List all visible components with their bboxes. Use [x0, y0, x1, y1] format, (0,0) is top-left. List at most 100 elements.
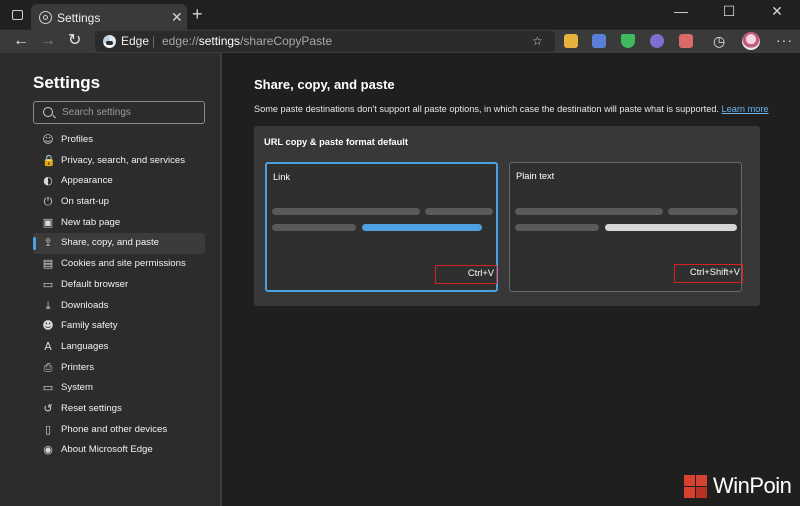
sidebar-item[interactable]: ▣ New tab page	[33, 213, 205, 234]
sidebar-item-label: Downloads	[61, 299, 109, 311]
extension-4-icon[interactable]	[679, 34, 693, 48]
back-button[interactable]: ←	[13, 30, 29, 52]
edge-icon: ◉	[43, 443, 53, 457]
sidebar-item[interactable]: A Languages	[33, 337, 205, 358]
history-icon[interactable]: ◷	[713, 30, 725, 52]
sidebar-item[interactable]: ⎙ Printers	[33, 358, 205, 379]
search-icon	[43, 107, 53, 117]
sidebar-item-label: Reset settings	[61, 402, 122, 414]
add-favorite-icon[interactable]: ☆	[532, 34, 543, 48]
new-tab-button[interactable]: +	[192, 5, 203, 23]
winpoin-watermark: WinPoin	[684, 473, 796, 503]
system-icon: ▭	[42, 381, 54, 395]
sidebar-item[interactable]: ▯ Phone and other devices	[33, 420, 205, 441]
sidebar-item-label: Family safety	[61, 320, 118, 332]
refresh-button[interactable]: ↻	[68, 30, 81, 52]
sidebar-item[interactable]: ⤓ Downloads	[33, 296, 205, 317]
sidebar-item[interactable]: ☺ Profiles	[33, 130, 205, 151]
settings-sidebar: Settings ☺ Profiles 🔒 Privacy, search, and …	[0, 53, 220, 506]
person-icon: ☺	[42, 133, 54, 146]
browser-icon: ▭	[42, 277, 54, 291]
extension-3-icon[interactable]	[650, 34, 664, 48]
link-format-option[interactable]: Link Ctrl+V	[265, 162, 498, 292]
sidebar-item[interactable]: ◉ About Microsoft Edge	[33, 440, 205, 461]
preview-bar	[425, 208, 493, 215]
lock-icon: 🔒	[42, 153, 56, 167]
shield-extension-icon[interactable]	[621, 34, 635, 48]
page-description: Some paste destinations don't support al…	[254, 104, 769, 114]
search-settings-box[interactable]	[33, 101, 205, 124]
sidebar-item-label: On start-up	[61, 196, 109, 208]
preview-bar	[272, 224, 356, 231]
sidebar-item-label: Privacy, search, and services	[61, 154, 186, 166]
forward-button[interactable]: →	[40, 30, 56, 52]
power-icon: ⏻	[43, 195, 53, 209]
family-icon: ☻	[42, 319, 54, 333]
preview-bar	[515, 224, 599, 231]
reset-icon: ↺	[43, 401, 53, 415]
url-text[interactable]: edge://settings/shareCopyPaste	[162, 34, 332, 48]
option-label-plain-text: Plain text	[516, 171, 555, 181]
preview-bar	[668, 208, 738, 215]
sidebar-item-label: New tab page	[61, 216, 121, 228]
more-menu-button[interactable]: ···	[776, 32, 793, 48]
learn-more-link[interactable]: Learn more	[722, 104, 769, 114]
sidebar-item[interactable]: ⇪ Share, copy, and paste	[33, 233, 205, 255]
sidebar-item-label: Profiles	[61, 134, 93, 145]
preview-bar	[515, 208, 663, 215]
gear-icon	[39, 11, 52, 24]
address-bar[interactable]: Edge | edge://settings/shareCopyPaste ☆	[95, 31, 555, 52]
minimize-button[interactable]: —	[658, 3, 704, 19]
maximize-button[interactable]: ☐	[706, 3, 752, 20]
palette-icon: ◐	[43, 174, 53, 188]
tab-settings[interactable]: Settings ✕	[31, 4, 187, 30]
preview-link-bar	[362, 224, 482, 231]
sidebar-item[interactable]: ◐ Appearance	[33, 171, 205, 192]
watermark-text: WinPoin	[713, 473, 792, 498]
close-tab-button[interactable]: ✕	[171, 9, 183, 26]
url-prefix: edge://	[162, 34, 199, 48]
shortcut-highlight: Ctrl+Shift+V	[674, 264, 743, 283]
url-host: settings	[198, 34, 241, 48]
sidebar-item-label: Languages	[61, 340, 109, 352]
sidebar-item[interactable]: ▭ System	[33, 378, 205, 399]
preview-text-bar	[605, 224, 737, 231]
extension-1-icon[interactable]	[564, 34, 578, 48]
extension-2-icon[interactable]	[592, 34, 606, 48]
search-input[interactable]	[62, 105, 200, 120]
sidebar-item[interactable]: 🔒 Privacy, search, and services	[33, 151, 205, 172]
shortcut-label: Ctrl+V	[467, 268, 494, 278]
sidebar-item-label: Appearance	[61, 175, 113, 187]
phone-icon: ▯	[44, 422, 52, 436]
site-label: Edge	[121, 34, 150, 48]
sidebar-item-label: Phone and other devices	[61, 423, 168, 435]
tab-title: Settings	[57, 11, 101, 25]
profile-avatar[interactable]	[742, 32, 760, 50]
tab-actions-icon[interactable]	[12, 10, 23, 20]
browser-toolbar: ← → ↻ Edge | edge://settings/shareCopyPa…	[0, 30, 800, 53]
sidebar-item[interactable]: ⏻ On start-up	[33, 192, 205, 213]
separator: |	[152, 34, 156, 48]
description-text: Some paste destinations don't support al…	[254, 104, 719, 114]
sidebar-item[interactable]: ☻ Family safety	[33, 316, 205, 337]
page-title: Share, copy, and paste	[254, 77, 395, 92]
settings-nav: ☺ Profiles 🔒 Privacy, search, and services ◐…	[33, 130, 205, 461]
sidebar-item[interactable]: ▤ Cookies and site permissions	[33, 254, 205, 275]
plain-text-format-option[interactable]: Plain text Ctrl+Shift+V	[509, 162, 743, 292]
sidebar-title: Settings	[33, 73, 101, 92]
sidebar-divider	[220, 53, 222, 506]
sidebar-item[interactable]: ↺ Reset settings	[33, 399, 205, 420]
sidebar-item-label: System	[61, 382, 93, 394]
close-window-button[interactable]: ✕	[754, 3, 800, 20]
edge-logo-icon	[103, 35, 116, 48]
card-title: URL copy & paste format default	[264, 137, 408, 147]
sidebar-item-label: About Microsoft Edge	[61, 444, 153, 456]
share-icon: ⇪	[43, 236, 53, 250]
option-label-link: Link	[273, 172, 291, 182]
sidebar-item[interactable]: ▭ Default browser	[33, 275, 205, 296]
sidebar-item-label: Share, copy, and paste	[61, 237, 159, 249]
cookie-icon: ▤	[42, 257, 54, 271]
language-icon: A	[44, 339, 52, 353]
sidebar-item-label: Cookies and site permissions	[61, 258, 186, 270]
url-format-card: URL copy & paste format default Link Ctr…	[254, 126, 760, 306]
